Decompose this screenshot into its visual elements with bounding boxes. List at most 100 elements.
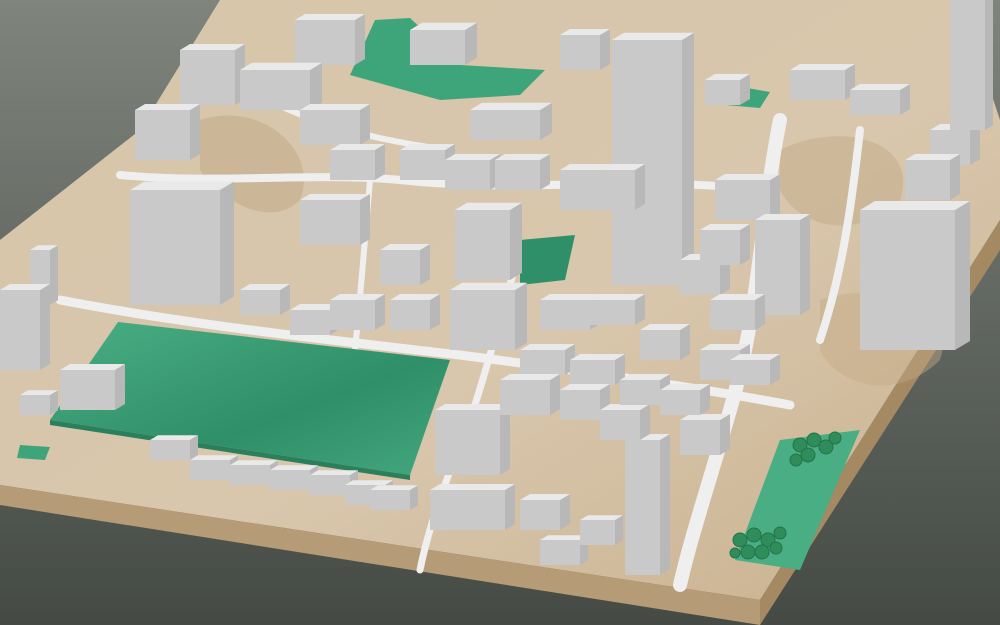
building-front — [455, 210, 510, 280]
building-front — [330, 150, 375, 180]
building — [520, 494, 570, 530]
building — [860, 201, 970, 350]
building-front — [580, 520, 615, 545]
building-front — [370, 490, 410, 510]
building-front — [540, 300, 590, 330]
building-front — [680, 420, 720, 455]
building-front — [520, 350, 565, 375]
building — [20, 390, 58, 415]
tree — [746, 527, 762, 543]
building — [130, 181, 234, 305]
building-roof — [850, 84, 910, 90]
tree — [740, 544, 756, 560]
building — [430, 484, 515, 530]
building-front — [290, 310, 330, 335]
building-roof — [190, 455, 238, 460]
building-side — [40, 284, 50, 370]
building-side — [755, 294, 765, 330]
building — [715, 174, 780, 220]
building-front — [410, 30, 465, 65]
building — [390, 294, 440, 330]
building-front — [500, 380, 550, 415]
building-front — [330, 300, 375, 330]
building-side — [505, 484, 515, 530]
building — [0, 284, 50, 370]
building-front — [20, 395, 50, 415]
building-side — [660, 434, 670, 575]
building-front — [240, 290, 280, 315]
building-front — [790, 70, 845, 100]
building-side — [360, 194, 370, 245]
building-front — [590, 300, 635, 325]
building-front — [625, 440, 660, 575]
building — [300, 104, 370, 145]
building-front — [190, 460, 230, 480]
building — [135, 104, 200, 160]
building-front — [400, 150, 445, 180]
building-front — [450, 290, 515, 350]
building-front — [430, 490, 505, 530]
tree — [789, 453, 803, 467]
building-front — [640, 330, 680, 360]
building — [370, 485, 418, 510]
building-roof — [130, 181, 234, 190]
building-roof — [300, 194, 370, 200]
building-front — [390, 300, 430, 330]
building-side — [615, 515, 623, 545]
building-side — [220, 181, 234, 305]
building-front — [600, 410, 640, 440]
building-front — [850, 90, 900, 115]
building-front — [300, 110, 360, 145]
building-roof — [470, 102, 552, 110]
building — [445, 154, 500, 190]
building-front — [905, 160, 950, 200]
building-roof — [540, 294, 600, 300]
tree — [754, 544, 770, 560]
building-roof — [135, 104, 200, 110]
building-front — [180, 50, 235, 105]
tree — [729, 547, 741, 559]
building-side — [50, 245, 58, 305]
building — [905, 154, 960, 200]
city-model-scene — [0, 0, 1000, 625]
building-side — [770, 174, 780, 220]
building-front — [950, 0, 985, 130]
building — [330, 294, 385, 330]
building-front — [380, 250, 420, 285]
building-roof — [60, 364, 125, 370]
building-front — [300, 200, 360, 245]
building-front — [520, 500, 560, 530]
building-roof — [180, 44, 245, 50]
building-roof — [612, 32, 694, 40]
building — [435, 404, 510, 475]
building-front — [612, 40, 682, 285]
building-front — [560, 170, 600, 210]
building — [950, 0, 993, 130]
building-side — [550, 374, 560, 415]
building-side — [430, 294, 440, 330]
building — [380, 244, 430, 285]
building — [240, 284, 290, 315]
building-front — [270, 470, 310, 490]
building — [470, 102, 552, 140]
tree — [769, 541, 783, 555]
building — [580, 515, 623, 545]
building-roof — [230, 460, 278, 465]
building-front — [230, 465, 270, 485]
building-front — [560, 35, 600, 70]
building-side — [985, 0, 993, 130]
building — [150, 435, 198, 460]
building-roof — [860, 201, 970, 210]
building-roof — [430, 484, 515, 490]
building — [180, 44, 245, 105]
building-front — [310, 475, 350, 495]
building-side — [682, 32, 694, 285]
building-roof — [715, 174, 780, 180]
building — [640, 324, 690, 360]
building-front — [150, 440, 190, 460]
building-front — [130, 190, 220, 305]
building — [500, 374, 560, 415]
building-side — [375, 294, 385, 330]
building — [300, 194, 370, 245]
building-front — [730, 360, 770, 385]
